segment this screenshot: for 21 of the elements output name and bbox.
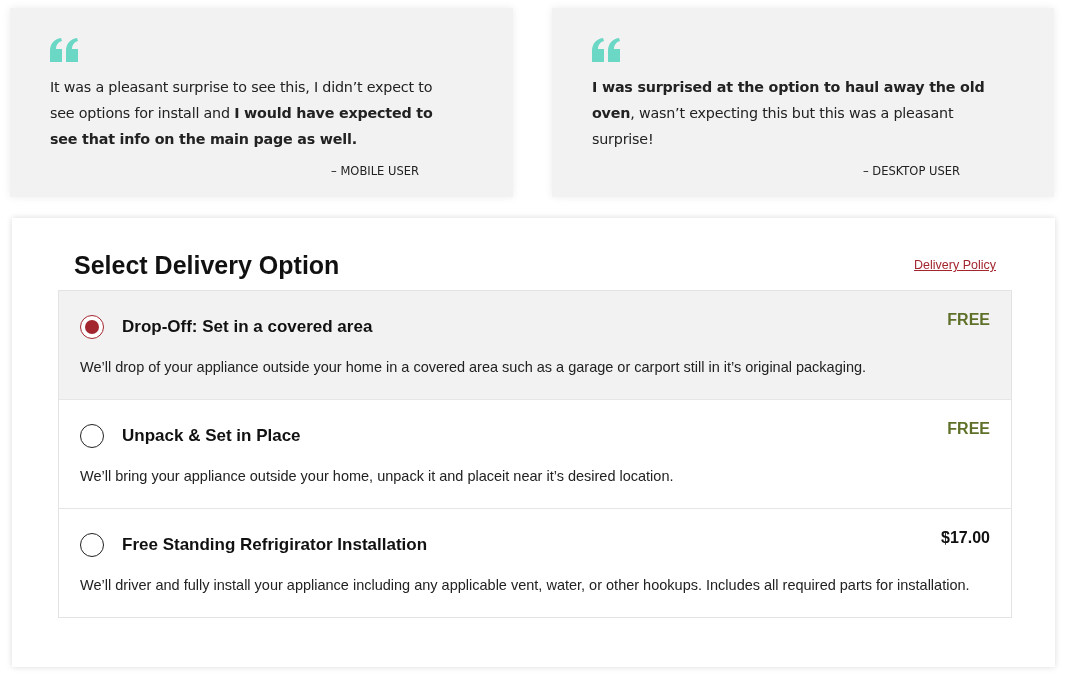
testimonial-quote: It was a pleasant surprise to see this, I didn’t expect to see options for install and I would have expected to see that info on the main page as well. [50,78,434,149]
section-title: Select Delivery Option [74,250,340,280]
quote-icon [50,38,80,62]
option-name: Free Standing Refrigirator Installation [122,535,429,555]
delivery-option[interactable]: Drop-Off: Set in a covered area FREE We’ll drop of your appliance outside your home in a covered area such as a garage or carport still in it’s original packaging. [59,291,1011,399]
radio-button[interactable] [80,315,104,339]
delivery-policy-link[interactable]: Delivery Policy [914,258,996,272]
option-price: $17.00 [941,529,990,547]
option-price: FREE [947,311,990,329]
quote-icon [592,38,622,62]
testimonial-quote: I was surprised at the option to haul away the old oven, wasn’t expecting this but this was a pleasant surprise! [592,78,986,149]
testimonial-attribution: – MOBILE USER [331,164,419,178]
radio-button[interactable] [80,424,104,448]
option-name: Unpack & Set in Place [122,426,302,446]
option-description: We’ll bring your appliance outside your home, unpack it and placeit near it’s desired location. [80,467,675,486]
radio-button[interactable] [80,533,104,557]
option-name: Drop-Off: Set in a covered area [122,317,374,337]
option-price: FREE [947,420,990,438]
option-description: We’ll driver and fully install your appliance including any applicable vent, water, or other hookups. Includes all required parts for installation. [80,576,971,595]
testimonial-attribution: – DESKTOP USER [862,164,960,178]
option-description: We’ll drop of your appliance outside your home in a covered area such as a garage or carport still in it’s original packaging. [80,358,868,377]
